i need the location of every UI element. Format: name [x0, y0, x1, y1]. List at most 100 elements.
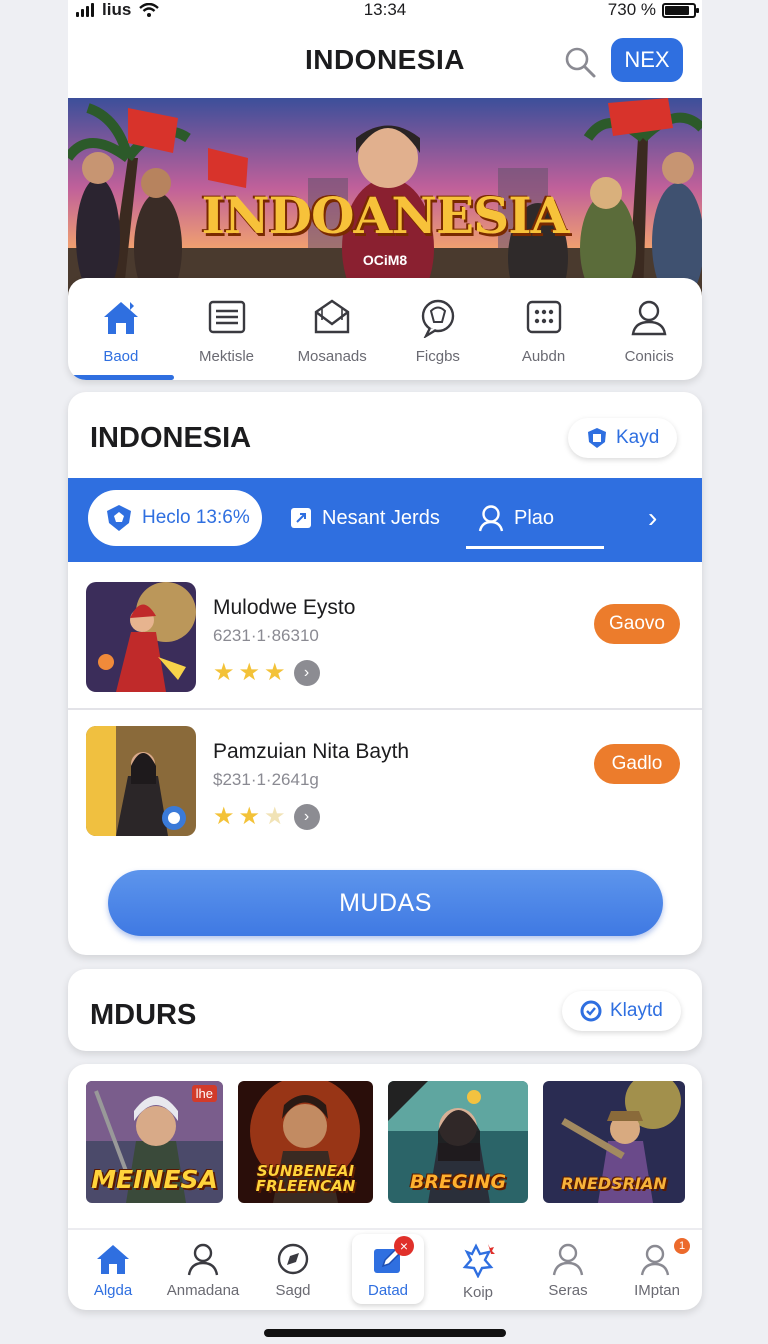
category-label: Ficgbs	[415, 348, 460, 365]
list-item[interactable]: Mulodwe Eysto 6231·1·86310 ★ ★ ★ › Gaovo	[68, 562, 702, 702]
get-button[interactable]: Gaovo	[594, 604, 680, 644]
shield-icon	[107, 505, 131, 531]
nav-item-koip[interactable]: Koip	[433, 1230, 523, 1310]
nav-label: IMptan	[634, 1282, 680, 1299]
featured-section: INDONESIA Kayd Heclo 13:6% Nesant Jerds …	[68, 392, 702, 955]
star-icon: ★	[238, 659, 261, 686]
search-icon[interactable]	[562, 44, 598, 80]
chat-bubble-icon	[421, 299, 455, 338]
star-icon: ★	[264, 659, 286, 686]
close-badge-icon[interactable]: ×	[394, 1236, 414, 1256]
game-thumbnail	[86, 582, 196, 692]
game-badge: lhe	[191, 1085, 217, 1102]
banner-title: INDOANESIA	[201, 186, 570, 245]
next-button[interactable]: NEX	[611, 38, 683, 82]
item-meta: 6231·1·86310	[213, 626, 319, 645]
nav-label: Datad	[367, 1282, 409, 1299]
battery-percent: 730 %	[607, 0, 656, 19]
page-title: INDONESIA	[304, 44, 466, 75]
nav-label: Algda	[93, 1282, 133, 1299]
section-header: MDURS Klaytd	[68, 969, 702, 1051]
promo-banner[interactable]: INDOANESIA OCiM8	[68, 98, 702, 298]
home-icon	[103, 302, 138, 334]
category-label: Mosanads	[297, 348, 367, 365]
nav-item-people[interactable]: Anmadana	[158, 1230, 248, 1310]
category-contacts[interactable]: Conicis	[596, 278, 702, 380]
primary-button[interactable]: MUDAS	[108, 870, 663, 936]
badge-icon	[588, 428, 606, 448]
game-tile[interactable]: SUNBENEAI FRLEENCAN	[238, 1081, 373, 1203]
chevron-right-icon[interactable]: ›	[293, 660, 320, 686]
chevron-right-icon[interactable]: ›	[293, 804, 320, 830]
item-name: Mulodwe Eysto	[213, 596, 356, 619]
section-pill-button[interactable]: Klaytd	[562, 991, 681, 1031]
category-label: Aubdn	[521, 348, 566, 365]
rating: ★ ★ ★ ›	[213, 804, 320, 830]
tab-nesant[interactable]: Nesant Jerds	[290, 490, 440, 546]
user-icon	[478, 505, 504, 532]
home-icon	[97, 1245, 129, 1274]
section-title: MDURS	[90, 999, 197, 1031]
game-tile[interactable]: RNEDSRIAN	[543, 1081, 685, 1203]
app-header: INDONESIA NEX	[68, 20, 702, 100]
user-icon	[631, 300, 667, 336]
category-label: Baod	[103, 348, 139, 365]
games-card: lhe MEINESA SUNBENEAI FRLEENCAN BREGING …	[68, 1064, 702, 1310]
bottom-nav: Algda Anmadana Sagd Datad × Koip Seras I…	[68, 1228, 702, 1310]
tab-plao[interactable]: Plao	[478, 490, 554, 546]
ticket-icon	[291, 508, 311, 528]
star-icon: ★	[213, 659, 235, 686]
category-label: Mektisle	[199, 348, 255, 365]
grid-icon	[526, 300, 561, 334]
category-label: Conicis	[624, 348, 674, 365]
star-burst-icon	[462, 1243, 495, 1278]
chevron-right-icon[interactable]: ›	[648, 502, 657, 534]
battery-icon	[662, 2, 699, 18]
game-title: BREGING	[409, 1171, 507, 1194]
nav-item-saga[interactable]: Sagd	[248, 1230, 338, 1310]
active-indicator	[68, 375, 174, 380]
category-chat[interactable]: Ficgbs	[385, 278, 491, 380]
battery-group: 730 %	[607, 0, 699, 20]
status-bar: lius 13:34 730 %	[68, 0, 702, 20]
pill-label: Kayd	[616, 427, 660, 448]
game-tile[interactable]: BREGING	[388, 1081, 528, 1203]
game-thumbnail	[86, 726, 196, 836]
game-title: MEINESA	[91, 1164, 218, 1194]
tab-hello[interactable]: Heclo 13:6%	[88, 490, 262, 546]
notification-badge: 1	[674, 1238, 690, 1254]
person-icon	[187, 1243, 219, 1276]
nav-label: Anmadana	[166, 1282, 240, 1299]
tab-label: Plao	[514, 506, 555, 529]
section-title: INDONESIA	[90, 422, 252, 454]
list-item[interactable]: Pamzuian Nita Bayth $231·1·2641g ★ ★ ★ ›…	[68, 706, 702, 846]
game-tile[interactable]: lhe MEINESA	[86, 1081, 223, 1203]
nav-label: Seras	[548, 1282, 588, 1299]
compass-icon	[277, 1243, 309, 1275]
star-icon: ★	[238, 803, 261, 830]
category-list[interactable]: Mektisle	[174, 278, 280, 380]
nav-item-data[interactable]: Datad ×	[343, 1230, 433, 1310]
get-button[interactable]: Gadlo	[594, 744, 680, 784]
check-circle-icon	[580, 1000, 602, 1022]
category-apps[interactable]: Aubdn	[491, 278, 597, 380]
person-icon	[552, 1243, 584, 1276]
home-indicator[interactable]	[264, 1329, 506, 1337]
nav-label: Sagd	[275, 1282, 311, 1299]
star-icon: ★	[213, 803, 235, 830]
tab-label: Heclo 13:6%	[142, 507, 250, 528]
category-nav: Baod Mektisle Mosanads Ficgbs Aubdn Coni…	[68, 278, 702, 380]
game-title: RNEDSRIAN	[561, 1174, 667, 1194]
category-home[interactable]: Baod	[68, 278, 174, 380]
rating: ★ ★ ★ ›	[213, 660, 320, 686]
category-messages[interactable]: Mosanads	[279, 278, 385, 380]
tab-label: Nesant Jerds	[322, 506, 440, 529]
nav-item-profile[interactable]: IMptan 1	[612, 1230, 702, 1310]
banner-subtitle: OCiM8	[362, 252, 408, 268]
nav-item-home[interactable]: Algda	[68, 1230, 158, 1310]
nav-label: Koip	[462, 1284, 494, 1301]
item-name: Pamzuian Nita Bayth	[213, 740, 410, 763]
section-pill-button[interactable]: Kayd	[568, 418, 678, 458]
profile-icon	[640, 1244, 670, 1276]
nav-item-seras[interactable]: Seras	[523, 1230, 613, 1310]
